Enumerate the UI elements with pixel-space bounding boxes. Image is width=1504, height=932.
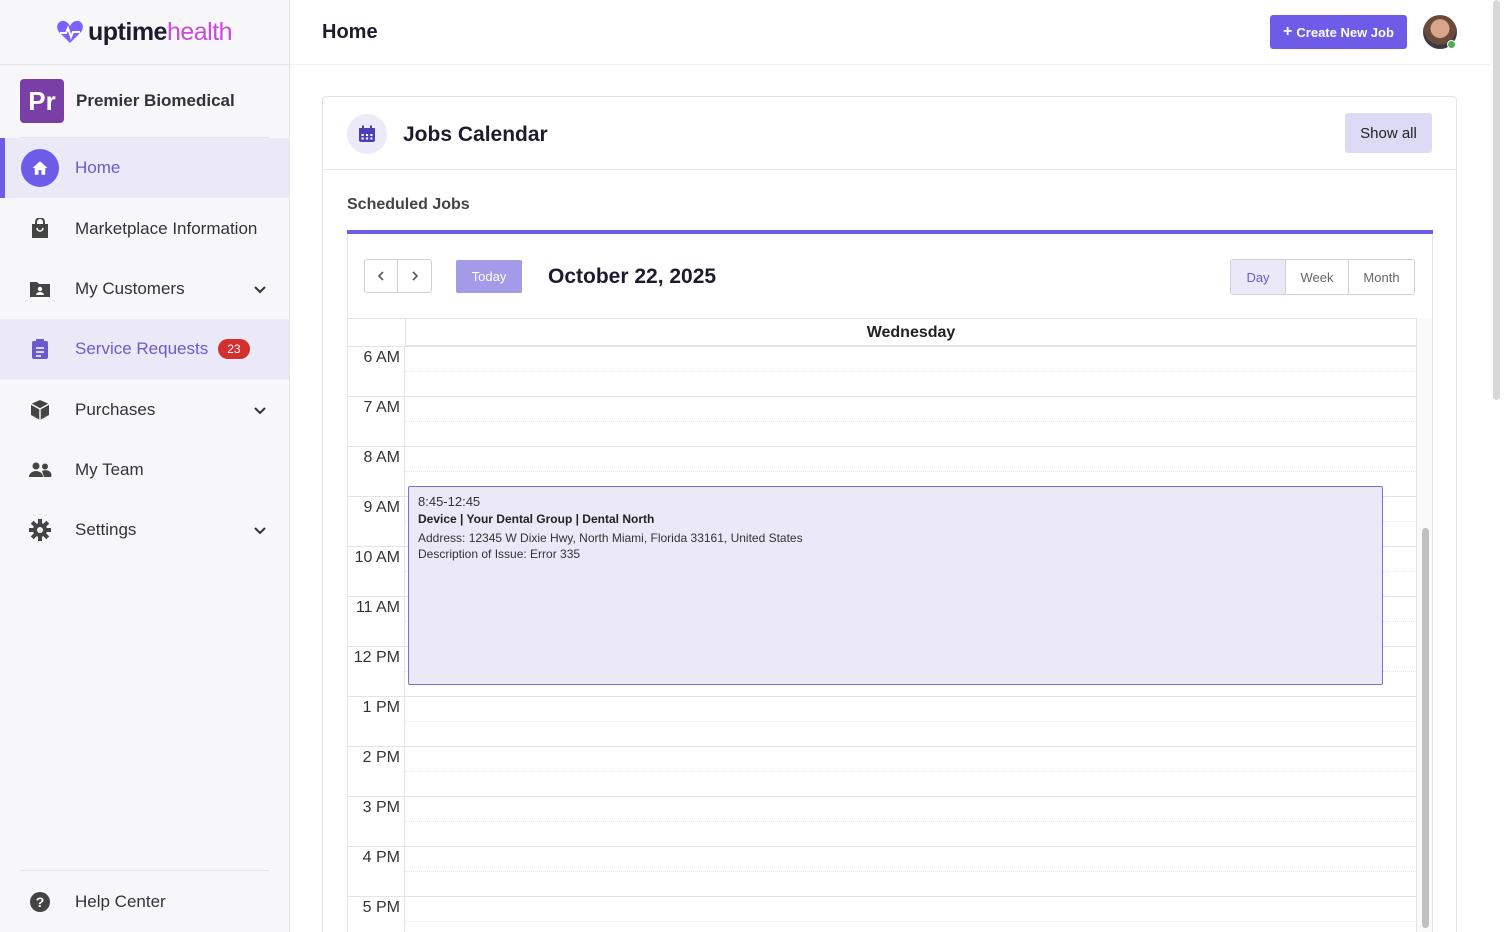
page-title: Home [322,21,378,43]
sidebar-item-marketplace-information[interactable]: Marketplace Information [0,199,289,259]
divider [20,870,269,871]
sidebar-item-home[interactable]: Home [0,138,289,198]
svg-text:?: ? [36,894,45,910]
shopping-bag-icon [28,217,52,241]
package-icon [28,398,52,422]
sidebar-item-label: Purchases [75,400,156,419]
org-avatar: Pr [20,79,64,123]
create-new-job-label: Create New Job [1296,24,1394,40]
today-button[interactable]: Today [456,260,522,293]
uptimehealth-logo[interactable]: uptimehealth [56,16,233,48]
sidebar-item-label: Service Requests [75,339,209,358]
sidebar-item-label: Marketplace Information [75,219,258,238]
next-button[interactable] [398,259,432,293]
sidebar: uptimehealth Pr Premier Biomedical Home … [0,0,290,932]
hour-label: 3 PM [362,799,400,816]
hour-row[interactable]: 5 PM [348,896,1416,932]
sidebar-item-settings[interactable]: Settings [0,500,289,560]
divider [0,64,289,65]
calendar-scrollbar[interactable] [1416,318,1432,932]
heart-logo-icon [57,20,83,43]
hour-row[interactable]: 3 PM [348,796,1416,846]
hour-label: 4 PM [362,849,400,866]
page-scrollbar[interactable] [1490,0,1504,932]
hour-label: 1 PM [362,699,400,716]
organization-switcher[interactable]: Pr Premier Biomedical [20,79,235,123]
online-status-indicator [1447,40,1456,49]
hour-row[interactable]: 2 PM [348,746,1416,796]
card-title: Jobs Calendar [403,123,548,146]
hour-label: 5 PM [362,899,400,916]
hour-label: 2 PM [362,749,400,766]
hour-label: 11 AM [355,599,400,616]
sidebar-item-label: Settings [75,520,137,539]
view-week-button[interactable]: Week [1285,260,1348,294]
folder-user-icon [28,277,52,301]
jobs-calendar-card: Jobs Calendar Show all Scheduled Jobs To… [322,96,1457,932]
calendar-event[interactable]: 8:45-12:45 Device | Your Dental Group | … [408,486,1383,685]
sidebar-item-purchases[interactable]: Purchases [0,380,289,440]
chevron-left-icon [377,271,384,281]
sidebar-item-label-wrap: Service Requests 23 [75,339,250,359]
sidebar-item-my-customers[interactable]: My Customers [0,259,289,319]
sidebar-item-label: My Team [75,460,144,479]
day-column-header: Wednesday [405,318,1416,346]
hour-row[interactable]: 6 AM [348,346,1416,396]
view-day-button[interactable]: Day [1231,260,1285,294]
event-description: Description of Issue: Error 335 [418,547,581,561]
gear-icon [28,518,52,542]
clipboard-icon [28,337,52,361]
calendar-scrollbar-thumb[interactable] [1422,528,1429,928]
hour-label: 6 AM [363,349,400,366]
hour-row[interactable]: 1 PM [348,696,1416,746]
logo-text-part2: health [166,17,233,46]
chevron-down-icon[interactable] [252,522,268,538]
hour-label: 8 AM [363,449,400,466]
help-icon: ? [28,890,52,914]
hour-label: 9 AM [363,499,400,516]
page-scrollbar-thumb[interactable] [1493,0,1500,400]
calendar: Today October 22, 2025 Day Week Month We… [347,234,1433,932]
section-label: Scheduled Jobs [347,196,470,213]
chevron-down-icon[interactable] [252,402,268,418]
calendar-date: October 22, 2025 [548,265,717,288]
hour-label: 12 PM [353,649,400,666]
chevron-right-icon [411,271,418,281]
create-new-job-button[interactable]: + Create New Job [1270,15,1407,49]
org-name: Premier Biomedical [76,91,235,110]
view-month-button[interactable]: Month [1348,260,1414,294]
hour-row[interactable]: 7 AM [348,396,1416,446]
divider [290,64,1490,65]
calendar-icon [347,114,387,154]
sidebar-item-label: My Customers [75,279,185,298]
calendar-nav [364,259,432,293]
view-switcher: Day Week Month [1230,259,1415,295]
event-title: Device | Your Dental Group | Dental Nort… [418,512,655,526]
home-icon [21,149,59,187]
people-icon [28,458,52,482]
previous-button[interactable] [364,259,398,293]
logo-text-part1: uptime [88,17,167,46]
show-all-button[interactable]: Show all [1345,113,1432,153]
count-badge: 23 [218,339,250,359]
plus-icon: + [1283,23,1293,40]
sidebar-item-service-requests[interactable]: Service Requests 23 [0,319,289,379]
chevron-down-icon[interactable] [252,281,268,297]
event-address: Address: 12345 W Dixie Hwy, North Miami,… [418,531,803,545]
hour-row[interactable]: 4 PM [348,846,1416,896]
event-time: 8:45-12:45 [418,494,481,509]
sidebar-item-label: Home [75,158,121,177]
sidebar-item-label: Help Center [75,892,166,911]
hour-label: 10 AM [354,549,400,566]
card-header: Jobs Calendar Show all [323,97,1456,170]
hour-label: 7 AM [363,399,400,416]
sidebar-item-my-team[interactable]: My Team [0,440,289,500]
sidebar-item-help-center[interactable]: ? Help Center [0,872,289,932]
